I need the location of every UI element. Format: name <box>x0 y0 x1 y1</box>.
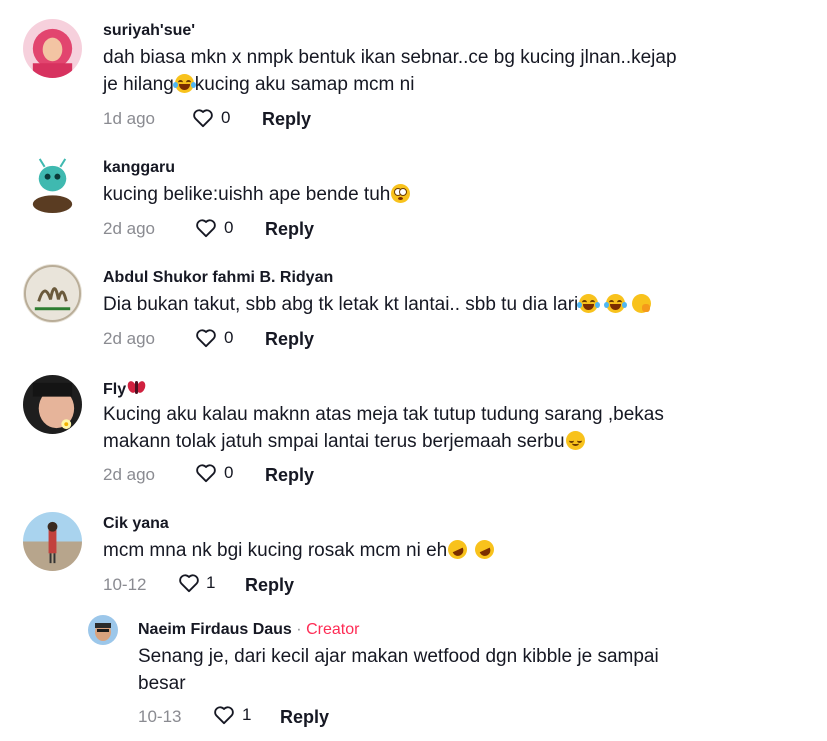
like-count: 1 <box>242 705 252 724</box>
comment-time: 1d ago <box>103 109 155 128</box>
like-count: 0 <box>224 463 234 482</box>
username[interactable]: Fly <box>103 378 147 400</box>
creator-badge: Creator <box>306 621 360 638</box>
avatar[interactable] <box>23 19 82 78</box>
comment-text: Dia bukan takut, sbb abg tk letak kt lan… <box>103 291 652 318</box>
butterfly-icon <box>127 378 146 397</box>
username[interactable]: Naeim Firdaus Daus · Creator <box>138 620 359 640</box>
heart-icon[interactable] <box>195 463 217 483</box>
comment-text: mcm mna nk bgi kucing rosak mcm ni eh <box>103 536 497 564</box>
reply-button[interactable]: Reply <box>265 329 314 349</box>
heart-icon[interactable] <box>195 218 217 238</box>
reply-button[interactable]: Reply <box>265 465 314 485</box>
flushed-emoji-icon <box>391 184 411 203</box>
comment-text: Kucing aku kalau maknn atas meja tak tut… <box>103 404 664 452</box>
relieved-emoji-icon <box>565 431 585 450</box>
laugh-emoji-icon <box>603 294 627 313</box>
like-count: 0 <box>221 108 231 127</box>
comment-time: 2d ago <box>103 219 155 238</box>
reply-button[interactable]: Reply <box>262 109 311 129</box>
comment-text: Senang je, dari kecil ajar makan wetfood… <box>138 646 659 694</box>
heart-icon[interactable] <box>195 328 217 348</box>
comment-time: 2d ago <box>103 465 155 484</box>
shush-emoji-icon <box>631 294 651 313</box>
username[interactable]: suriyah'sue' <box>103 21 195 41</box>
avatar[interactable] <box>23 155 82 214</box>
username[interactable]: Cik yana <box>103 514 169 534</box>
rofl-emoji-icon <box>471 536 497 563</box>
comment-text: kucing belike:uishh ape bende tuh <box>103 181 411 208</box>
avatar[interactable] <box>88 615 118 645</box>
reply-button[interactable]: Reply <box>245 575 294 595</box>
like-count: 0 <box>224 328 234 347</box>
laugh-emoji-icon <box>577 294 601 313</box>
username[interactable]: Abdul Shukor fahmi B. Ridyan <box>103 268 333 288</box>
heart-icon[interactable] <box>178 573 200 593</box>
like-count: 1 <box>206 573 216 592</box>
heart-icon[interactable] <box>213 705 235 725</box>
comment-time: 2d ago <box>103 329 155 348</box>
reply-button[interactable]: Reply <box>265 219 314 239</box>
avatar[interactable] <box>23 375 82 434</box>
comment-text: dah biasa mkn x nmpk bentuk ikan sebnar.… <box>103 47 677 95</box>
avatar[interactable] <box>23 264 82 323</box>
rofl-emoji-icon <box>445 536 471 563</box>
heart-icon[interactable] <box>192 108 214 128</box>
reply-button[interactable]: Reply <box>280 707 329 727</box>
laugh-emoji-icon <box>172 74 196 93</box>
separator: · <box>296 621 302 638</box>
avatar[interactable] <box>23 512 82 571</box>
comment-time: 10-12 <box>103 575 147 594</box>
username[interactable]: kanggaru <box>103 158 175 178</box>
like-count: 0 <box>224 218 234 237</box>
comment-time: 10-13 <box>138 707 182 726</box>
